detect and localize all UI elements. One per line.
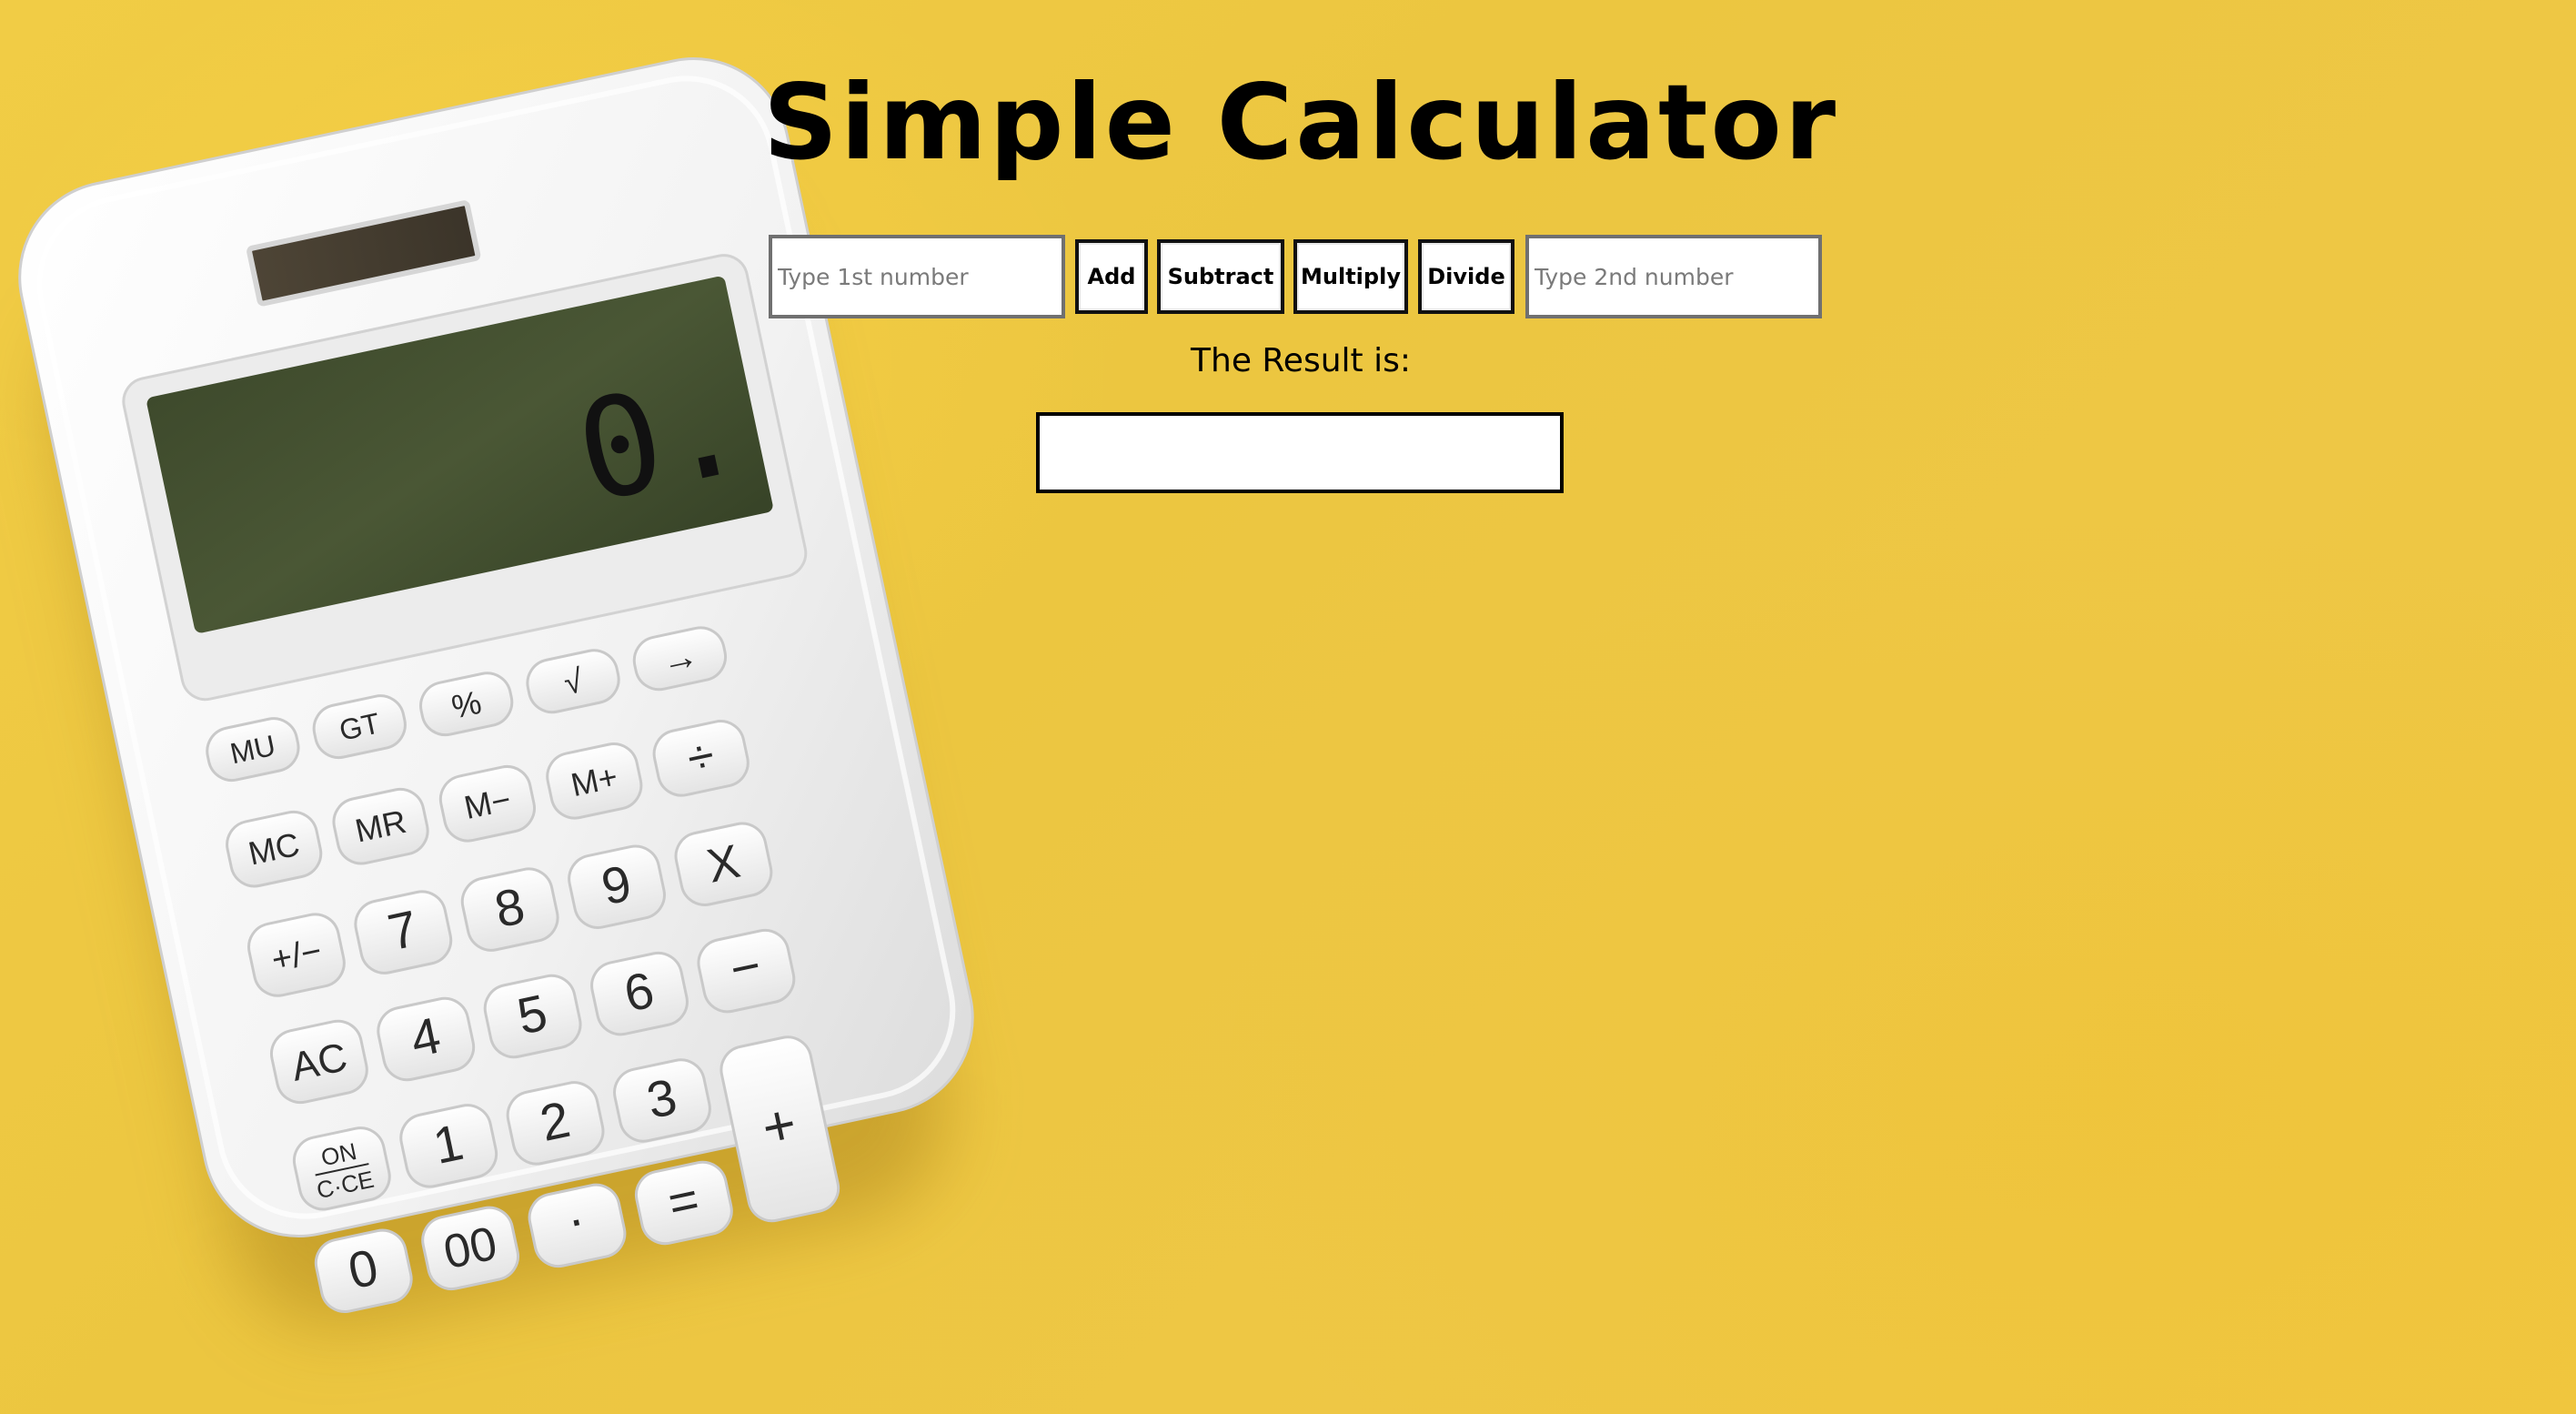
result-label: The Result is: [1191, 342, 1411, 379]
first-number-input[interactable] [769, 235, 1065, 318]
key-dot: · [528, 1183, 627, 1268]
svg-text:00: 00 [439, 1217, 502, 1279]
key-00: 00 [421, 1206, 520, 1291]
multiply-button[interactable]: Multiply [1293, 239, 1408, 314]
second-number-input[interactable] [1525, 235, 1822, 318]
add-button[interactable]: Add [1075, 239, 1148, 314]
display-value: 0. [564, 345, 758, 534]
key-0: 0 [314, 1228, 413, 1313]
page-title: Simple Calculator [762, 62, 1839, 183]
subtract-button[interactable]: Subtract [1157, 239, 1284, 314]
result-output [1036, 412, 1564, 493]
key-equals: = [634, 1160, 733, 1246]
divide-button[interactable]: Divide [1418, 239, 1514, 314]
calculator-photo: 0. MU GT % √ → MC MR M− M+ ÷ +/− 7 8 9 X… [18, 57, 974, 1313]
calculator-body [18, 57, 974, 1238]
